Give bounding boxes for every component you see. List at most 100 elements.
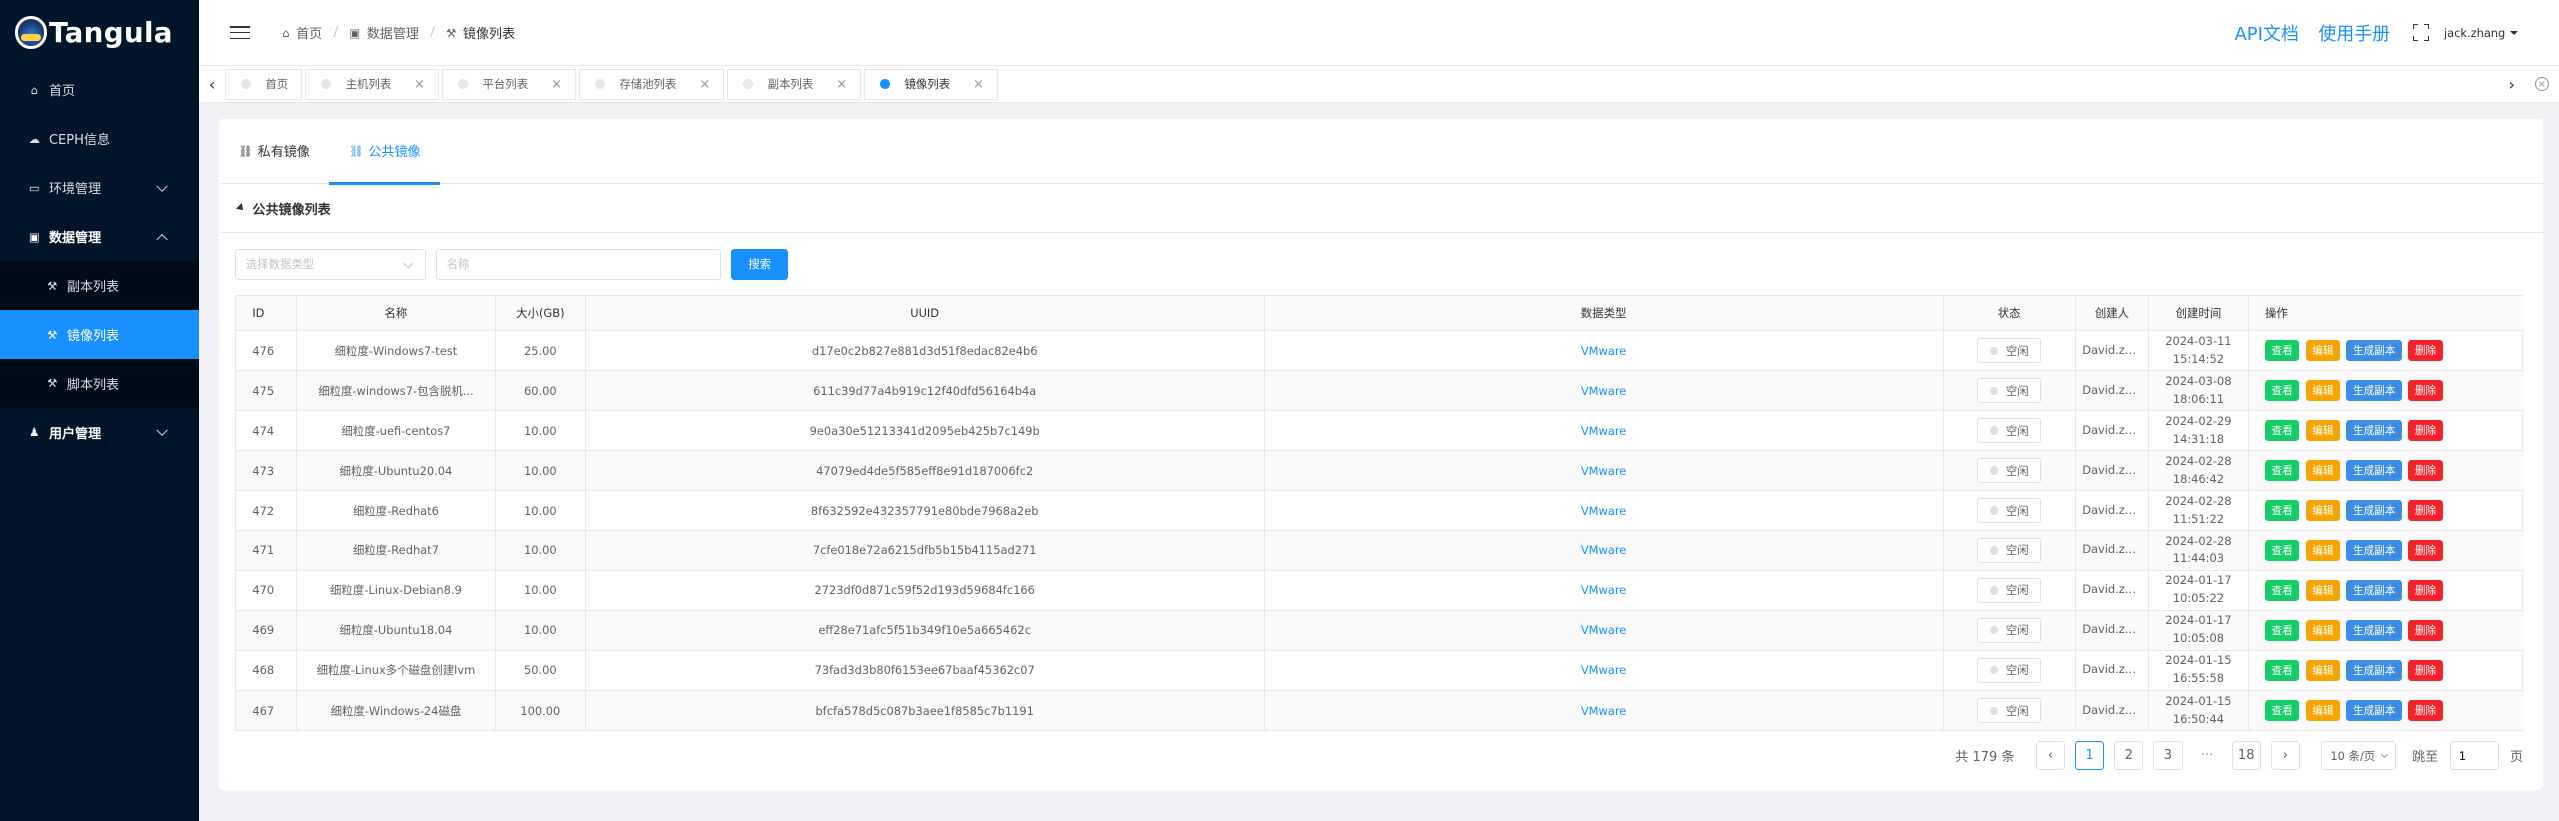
delete-button[interactable]: 删除 <box>2408 699 2443 722</box>
data-type-link[interactable]: VMware <box>1581 424 1626 438</box>
generate-replica-button[interactable]: 生成副本 <box>2346 659 2402 681</box>
user-menu[interactable]: jack.zhang <box>2444 26 2519 40</box>
delete-button[interactable]: 删除 <box>2408 619 2443 641</box>
close-all-tabs-icon[interactable]: × <box>2534 76 2550 92</box>
tag-image-list[interactable]: 镜像列表 × <box>864 68 998 100</box>
edit-button[interactable]: 编辑 <box>2305 699 2340 722</box>
sidebar-item-replicas[interactable]: ⚒ 副本列表 <box>0 261 199 310</box>
edit-button[interactable]: 编辑 <box>2305 379 2340 402</box>
view-button[interactable]: 查看 <box>2265 539 2300 562</box>
delete-button[interactable]: 删除 <box>2408 539 2443 562</box>
jump-page-input[interactable] <box>2449 740 2499 771</box>
data-type-select[interactable]: 选择数据类型 <box>235 248 426 280</box>
close-icon[interactable]: × <box>699 77 710 92</box>
sidebar-item-env[interactable]: ▭ 环境管理 <box>0 163 199 212</box>
col-creator[interactable]: 创建人 <box>2075 296 2150 332</box>
generate-replica-button[interactable]: 生成副本 <box>2346 619 2402 641</box>
view-button[interactable]: 查看 <box>2265 379 2300 402</box>
close-icon[interactable]: × <box>836 77 847 92</box>
edit-button[interactable]: 编辑 <box>2305 340 2340 362</box>
tab-private-images[interactable]: ⛓ 私有镜像 <box>238 118 310 183</box>
view-button[interactable]: 查看 <box>2265 340 2300 362</box>
generate-replica-button[interactable]: 生成副本 <box>2346 699 2402 722</box>
col-created-at[interactable]: 创建时间 <box>2148 296 2249 332</box>
breadcrumb-item-data[interactable]: 数据管理 <box>367 23 419 42</box>
col-status[interactable]: 状态 <box>1943 296 2076 332</box>
menu-toggle-icon[interactable] <box>230 22 250 43</box>
sidebar-item-data[interactable]: ▣ 数据管理 <box>0 212 199 261</box>
edit-button[interactable]: 编辑 <box>2305 499 2340 522</box>
tag-platform-list[interactable]: 平台列表 × <box>442 68 576 100</box>
page-ellipsis[interactable]: ··· <box>2192 740 2222 771</box>
col-size[interactable]: 大小(GB) <box>495 296 586 332</box>
data-type-link[interactable]: VMware <box>1581 543 1626 557</box>
generate-replica-button[interactable]: 生成副本 <box>2346 499 2402 522</box>
sidebar-item-scripts[interactable]: ⚒ 脚本列表 <box>0 359 199 408</box>
sidebar-item-images[interactable]: ⚒ 镜像列表 <box>0 310 200 359</box>
edit-button[interactable]: 编辑 <box>2305 539 2340 562</box>
view-button[interactable]: 查看 <box>2265 459 2300 482</box>
sidebar-item-users[interactable]: ♟ 用户管理 <box>0 408 199 457</box>
view-button[interactable]: 查看 <box>2265 499 2300 522</box>
delete-button[interactable]: 删除 <box>2408 579 2443 602</box>
section-title[interactable]: 公共镜像列表 <box>218 184 2543 234</box>
generate-replica-button[interactable]: 生成副本 <box>2346 340 2402 362</box>
view-button[interactable]: 查看 <box>2265 659 2300 681</box>
page-2-button[interactable]: 2 <box>2114 740 2144 771</box>
close-icon[interactable]: × <box>551 77 562 92</box>
breadcrumb-item-home[interactable]: 首页 <box>296 23 322 42</box>
close-icon[interactable]: × <box>414 77 425 92</box>
data-type-link[interactable]: VMware <box>1581 583 1626 597</box>
edit-button[interactable]: 编辑 <box>2305 619 2340 641</box>
sidebar-item-home[interactable]: ⌂ 首页 <box>0 65 199 114</box>
delete-button[interactable]: 删除 <box>2408 659 2443 681</box>
delete-button[interactable]: 删除 <box>2408 340 2443 362</box>
tag-host-list[interactable]: 主机列表 × <box>305 68 440 100</box>
generate-replica-button[interactable]: 生成副本 <box>2346 539 2402 562</box>
col-uuid[interactable]: UUID <box>585 296 1265 332</box>
edit-button[interactable]: 编辑 <box>2305 659 2340 681</box>
delete-button[interactable]: 删除 <box>2408 459 2443 482</box>
close-icon[interactable]: × <box>973 77 984 92</box>
next-page-button[interactable]: › <box>2270 740 2301 771</box>
page-size-select[interactable]: 10 条/页 <box>2321 740 2396 771</box>
view-button[interactable]: 查看 <box>2265 699 2300 722</box>
col-name[interactable]: 名称 <box>296 296 496 332</box>
data-type-link[interactable]: VMware <box>1581 504 1626 518</box>
delete-button[interactable]: 删除 <box>2408 419 2443 442</box>
col-type[interactable]: 数据类型 <box>1264 296 1944 332</box>
fullscreen-icon[interactable] <box>2412 24 2430 41</box>
generate-replica-button[interactable]: 生成副本 <box>2346 459 2402 482</box>
tabs-scroll-left-icon[interactable]: ‹ <box>199 75 225 94</box>
tag-replica-list[interactable]: 副本列表 × <box>727 68 862 100</box>
api-docs-link[interactable]: API文档 <box>2235 20 2299 46</box>
name-search-input[interactable] <box>435 248 722 280</box>
view-button[interactable]: 查看 <box>2265 579 2300 602</box>
delete-button[interactable]: 删除 <box>2408 379 2443 402</box>
prev-page-button[interactable]: ‹ <box>2035 740 2066 771</box>
edit-button[interactable]: 编辑 <box>2305 419 2340 442</box>
data-type-link[interactable]: VMware <box>1581 623 1626 637</box>
edit-button[interactable]: 编辑 <box>2305 459 2340 482</box>
tab-public-images[interactable]: ⛓ 公共镜像 <box>329 118 440 186</box>
tag-home[interactable]: 首页 <box>225 68 303 100</box>
view-button[interactable]: 查看 <box>2265 419 2300 442</box>
data-type-link[interactable]: VMware <box>1581 704 1626 718</box>
generate-replica-button[interactable]: 生成副本 <box>2346 379 2402 402</box>
data-type-link[interactable]: VMware <box>1581 663 1626 677</box>
data-type-link[interactable]: VMware <box>1581 464 1626 478</box>
tabs-scroll-right-icon[interactable]: › <box>2499 75 2525 94</box>
logo[interactable]: Tangula <box>0 0 199 65</box>
tag-storage-pool-list[interactable]: 存储池列表 × <box>579 68 725 100</box>
data-type-link[interactable]: VMware <box>1581 384 1626 398</box>
view-button[interactable]: 查看 <box>2265 619 2300 641</box>
edit-button[interactable]: 编辑 <box>2305 579 2340 602</box>
page-1-button[interactable]: 1 <box>2074 740 2105 771</box>
generate-replica-button[interactable]: 生成副本 <box>2346 579 2402 602</box>
page-3-button[interactable]: 3 <box>2153 740 2183 771</box>
page-18-button[interactable]: 18 <box>2231 740 2261 771</box>
search-button[interactable]: 搜索 <box>731 248 789 280</box>
manual-link[interactable]: 使用手册 <box>2318 20 2390 46</box>
generate-replica-button[interactable]: 生成副本 <box>2346 419 2402 442</box>
delete-button[interactable]: 删除 <box>2408 499 2443 522</box>
